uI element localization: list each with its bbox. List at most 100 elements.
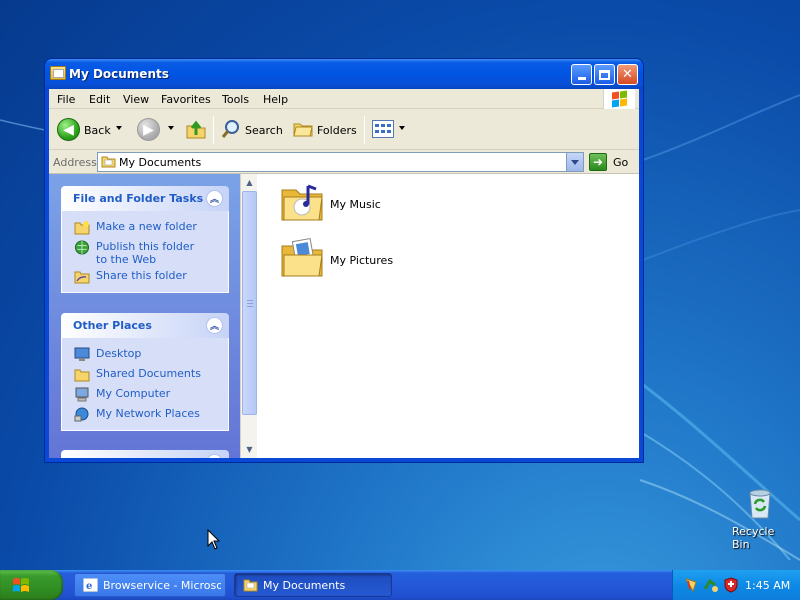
- place-label[interactable]: My Computer: [96, 387, 170, 400]
- address-field[interactable]: My Documents: [97, 152, 584, 172]
- mouse-cursor-icon: [207, 529, 221, 550]
- scroll-down-icon[interactable]: ▼: [242, 442, 257, 457]
- task-label[interactable]: Make a new folder: [96, 220, 197, 233]
- place-my-network-places[interactable]: My Network Places: [62, 404, 228, 424]
- menu-favorites[interactable]: Favorites: [161, 93, 211, 106]
- panel-title[interactable]: File and Folder Tasks: [73, 192, 203, 205]
- grip-line: [247, 303, 253, 304]
- chevron-down-icon: [571, 159, 579, 165]
- task-pane-scrollbar[interactable]: ▲ ▼: [240, 174, 257, 458]
- address-dropdown-button[interactable]: [566, 153, 583, 171]
- views-dropdown-icon[interactable]: [399, 126, 405, 130]
- content-area: File and Folder Tasks ︽ Make a new folde…: [49, 173, 639, 458]
- collapse-chevron-icon[interactable]: ︽: [206, 317, 223, 334]
- panel-body: Desktop Shared Documents My Computer My …: [61, 338, 229, 431]
- task-make-new-folder[interactable]: Make a new folder: [62, 217, 228, 237]
- place-label[interactable]: Shared Documents: [96, 367, 201, 380]
- grip-line: [247, 300, 253, 301]
- forward-arrow-icon[interactable]: ▶: [137, 118, 160, 141]
- back-dropdown-icon[interactable]: [116, 126, 122, 130]
- panel-header[interactable]: ︽: [61, 450, 229, 458]
- menu-tools[interactable]: Tools: [222, 93, 249, 106]
- file-folder-tasks-panel: File and Folder Tasks ︽ Make a new folde…: [61, 186, 229, 293]
- search-button[interactable]: Search: [245, 124, 283, 137]
- task-label[interactable]: Share this folder: [96, 269, 187, 282]
- pictures-folder-icon: [281, 238, 323, 277]
- start-button[interactable]: [0, 570, 63, 600]
- security-alert-icon[interactable]: [683, 577, 699, 593]
- file-label[interactable]: My Pictures: [330, 254, 393, 267]
- views-icon[interactable]: [372, 120, 394, 138]
- folders-icon[interactable]: [293, 121, 313, 137]
- recycle-bin-icon: [749, 489, 771, 519]
- minimize-button[interactable]: [571, 64, 592, 85]
- place-label[interactable]: Desktop: [96, 347, 141, 360]
- address-bar: Address My Documents ➜ Go: [49, 151, 639, 173]
- windows-flag-icon: [603, 89, 635, 109]
- file-item-my-music[interactable]: My Music: [280, 180, 400, 230]
- taskbar-button-label[interactable]: My Documents: [263, 579, 381, 592]
- collapse-chevron-icon[interactable]: ︽: [206, 190, 223, 207]
- file-label[interactable]: My Music: [330, 198, 381, 211]
- my-computer-icon: [75, 387, 89, 402]
- network-places-icon: [74, 407, 89, 422]
- maximize-button[interactable]: [594, 64, 615, 85]
- go-button[interactable]: ➜ Go: [589, 152, 639, 172]
- back-button[interactable]: Back: [84, 124, 111, 137]
- music-folder-icon: [281, 184, 323, 221]
- explorer-window[interactable]: My Documents ✕ File Edit View Favorites …: [45, 59, 643, 462]
- task-share-folder[interactable]: Share this folder: [62, 266, 228, 286]
- go-label: Go: [613, 156, 629, 169]
- up-folder-icon[interactable]: [185, 118, 207, 140]
- globe-icon: [74, 240, 90, 255]
- collapse-chevron-icon[interactable]: ︽: [206, 454, 223, 458]
- details-panel: ︽: [61, 450, 229, 458]
- panel-header[interactable]: File and Folder Tasks ︽: [61, 186, 229, 211]
- go-arrow-icon: ➜: [589, 153, 607, 171]
- title-bar[interactable]: My Documents ✕: [45, 59, 643, 89]
- clock[interactable]: 1:45 AM: [745, 579, 790, 592]
- address-value[interactable]: My Documents: [119, 156, 201, 169]
- file-item-my-pictures[interactable]: My Pictures: [280, 236, 400, 286]
- taskbar-button-my-documents[interactable]: My Documents: [234, 573, 392, 597]
- menu-view[interactable]: View: [123, 93, 149, 106]
- place-label[interactable]: My Network Places: [96, 407, 200, 420]
- menu-help[interactable]: Help: [263, 93, 288, 106]
- security-center-shield-icon[interactable]: [723, 577, 739, 593]
- folders-button[interactable]: Folders: [317, 124, 357, 137]
- place-desktop[interactable]: Desktop: [62, 344, 228, 364]
- menu-file[interactable]: File: [57, 93, 75, 106]
- task-publish-folder-web[interactable]: Publish this folder to the Web: [62, 237, 228, 266]
- other-places-panel: Other Places ︽ Desktop Shared Documents: [61, 313, 229, 431]
- scroll-thumb[interactable]: [242, 191, 257, 415]
- window-body: File Edit View Favorites Tools Help ◀ Ba…: [49, 89, 639, 458]
- place-shared-documents[interactable]: Shared Documents: [62, 364, 228, 384]
- network-tray-icon[interactable]: [703, 577, 719, 593]
- scroll-up-icon[interactable]: ▲: [242, 175, 257, 190]
- place-my-computer[interactable]: My Computer: [62, 384, 228, 404]
- address-label: Address: [53, 156, 97, 169]
- recycle-bin-label[interactable]: Recycle Bin: [732, 525, 792, 551]
- taskbar-button-label[interactable]: Browservice - Microso...: [103, 579, 221, 592]
- search-icon[interactable]: [221, 119, 241, 139]
- flag-blue: [612, 99, 619, 108]
- toolbar: ◀ Back ▶ Search Folders: [49, 110, 639, 150]
- menu-bar: File Edit View Favorites Tools Help: [49, 89, 639, 109]
- back-arrow-icon[interactable]: ◀: [57, 118, 80, 141]
- panel-header[interactable]: Other Places ︽: [61, 313, 229, 338]
- taskbar-button-browservice[interactable]: e Browservice - Microso...: [74, 573, 226, 597]
- window-title: My Documents: [69, 67, 169, 81]
- recycle-bin[interactable]: Recycle Bin: [730, 488, 792, 551]
- close-button[interactable]: ✕: [617, 64, 638, 85]
- file-view[interactable]: My Music My Pictures: [257, 174, 639, 458]
- panel-title[interactable]: Other Places: [73, 319, 152, 332]
- flag-red: [612, 91, 619, 100]
- toolbar-separator: [364, 116, 365, 144]
- forward-dropdown-icon[interactable]: [168, 126, 174, 130]
- close-icon: ✕: [622, 67, 633, 82]
- flag-green: [620, 90, 627, 99]
- task-label[interactable]: Publish this folder to the Web: [96, 240, 208, 266]
- internet-explorer-icon: e: [83, 578, 98, 592]
- menu-edit[interactable]: Edit: [89, 93, 110, 106]
- share-folder-icon: [74, 271, 90, 284]
